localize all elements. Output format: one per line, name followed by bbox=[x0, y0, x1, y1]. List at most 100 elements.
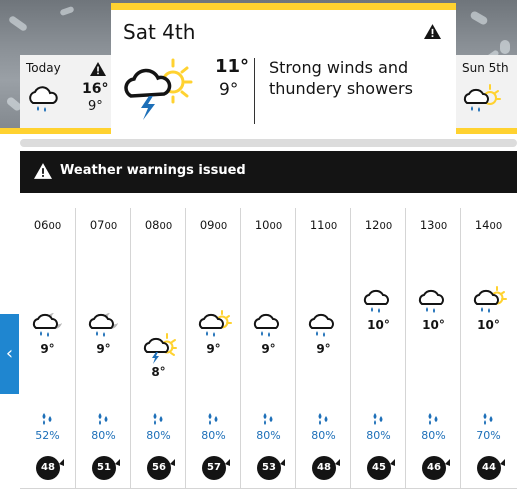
wind-speed-badge: 51 bbox=[91, 455, 120, 481]
chance-of-rain: 80% bbox=[366, 429, 391, 442]
hour-temperature: 9° bbox=[96, 342, 111, 356]
light-rain-cloud-icon bbox=[253, 310, 283, 342]
light-rain-cloud-icon bbox=[26, 85, 60, 119]
wind-speed-value: 48 bbox=[41, 462, 55, 473]
hour-column: 1400 10° 70% 44 bbox=[460, 208, 515, 488]
raindrop-icon bbox=[40, 411, 54, 430]
light-rain-cloud-icon bbox=[308, 310, 338, 342]
raindrop-icon bbox=[261, 411, 275, 430]
hour-time-minutes: 00 bbox=[434, 221, 448, 232]
wind-speed-value: 51 bbox=[97, 462, 111, 473]
hour-time-hour: 07 bbox=[89, 218, 105, 232]
hour-time: 1200 bbox=[351, 218, 406, 232]
chance-of-rain: 52% bbox=[35, 429, 60, 442]
day-tab-today[interactable]: Today 16° 9° bbox=[20, 55, 112, 134]
raindrop-icon bbox=[371, 411, 385, 430]
day-tab-saturday[interactable]: Sat 4th 11° 9° Strong winds and thundery… bbox=[111, 3, 456, 134]
hour-time-minutes: 00 bbox=[159, 221, 173, 232]
tab-underline bbox=[456, 128, 517, 134]
hour-temperature: 10° bbox=[422, 318, 445, 332]
sunny-rain-icon bbox=[198, 310, 232, 342]
warning-triangle-icon bbox=[424, 24, 441, 43]
chance-of-rain: 80% bbox=[201, 429, 226, 442]
chance-of-rain: 80% bbox=[311, 429, 336, 442]
tab-underline bbox=[0, 128, 111, 134]
wind-speed-value: 56 bbox=[152, 462, 166, 473]
raindrop-icon bbox=[426, 411, 440, 430]
hour-time: 1400 bbox=[461, 218, 516, 232]
today-low-temp: 9° bbox=[88, 99, 103, 114]
day-scrollbar[interactable] bbox=[20, 139, 517, 147]
wind-speed-value: 48 bbox=[317, 462, 331, 473]
wind-speed-badge: 44 bbox=[476, 455, 505, 481]
hour-time: 0900 bbox=[186, 218, 241, 232]
chevron-left-icon: ‹ bbox=[5, 343, 14, 364]
day-tab-sunday[interactable]: Sun 5th bbox=[456, 55, 517, 134]
hour-temperature: 9° bbox=[40, 342, 55, 356]
selected-low-temp: 9° bbox=[219, 80, 239, 100]
raindrop-icon bbox=[151, 411, 165, 430]
sunny-rain-icon bbox=[473, 286, 507, 318]
hour-column: 0900 9° 80% 57 bbox=[185, 208, 240, 488]
warning-triangle-icon bbox=[90, 61, 106, 80]
light-rain-cloud-icon bbox=[363, 286, 393, 318]
wind-speed-badge: 56 bbox=[146, 455, 175, 481]
hour-temperature: 9° bbox=[316, 342, 331, 356]
weather-description: Strong winds and thundery showers bbox=[269, 58, 413, 98]
hour-time: 1000 bbox=[241, 218, 296, 232]
hour-column: 0800 8° 80% 56 bbox=[130, 208, 185, 488]
wind-speed-badge: 53 bbox=[256, 455, 285, 481]
wind-speed-badge: 48 bbox=[311, 455, 340, 481]
hour-column: 1300 10° 80% 46 bbox=[405, 208, 460, 488]
light-rain-cloud-icon bbox=[418, 286, 448, 318]
raindrop-icon bbox=[316, 411, 330, 430]
wind-speed-value: 45 bbox=[372, 462, 386, 473]
warnings-label: Weather warnings issued bbox=[60, 163, 246, 178]
selected-high-temp: 11° bbox=[215, 56, 250, 77]
hour-time-hour: 09 bbox=[199, 218, 215, 232]
hour-time: 1300 bbox=[406, 218, 461, 232]
hour-temperature: 9° bbox=[261, 342, 276, 356]
hour-time-hour: 12 bbox=[364, 218, 380, 232]
today-high-temp: 16° bbox=[82, 81, 109, 97]
raindrop-icon bbox=[96, 411, 110, 430]
night-rain-icon bbox=[88, 310, 120, 342]
hour-column: 1000 9° 80% 53 bbox=[240, 208, 295, 488]
hour-column: 0600 9° 52% 48 bbox=[20, 208, 75, 488]
hour-column: 0700 9° 80% 51 bbox=[75, 208, 130, 488]
wind-speed-value: 53 bbox=[262, 462, 276, 473]
thundery-shower-icon bbox=[143, 333, 177, 369]
night-rain-icon bbox=[32, 310, 64, 342]
day-tab-label: Today bbox=[26, 61, 61, 75]
hour-temperature: 10° bbox=[477, 318, 500, 332]
hour-time-hour: 10 bbox=[254, 218, 270, 232]
hour-time-minutes: 00 bbox=[48, 221, 62, 232]
hour-time: 0700 bbox=[76, 218, 131, 232]
hour-time-minutes: 00 bbox=[214, 221, 228, 232]
hour-time-hour: 13 bbox=[419, 218, 435, 232]
thundery-shower-icon bbox=[121, 56, 195, 126]
hour-time: 1100 bbox=[296, 218, 351, 232]
hour-time-minutes: 00 bbox=[379, 221, 393, 232]
weather-warnings-banner[interactable]: Weather warnings issued bbox=[20, 151, 517, 193]
hour-time: 0800 bbox=[131, 218, 186, 232]
wind-speed-value: 46 bbox=[427, 462, 441, 473]
chance-of-rain: 80% bbox=[256, 429, 281, 442]
hour-temperature: 8° bbox=[151, 365, 166, 379]
hour-temperature: 10° bbox=[367, 318, 390, 332]
previous-hours-button[interactable]: ‹ bbox=[0, 314, 19, 394]
raindrop-icon bbox=[481, 411, 495, 430]
chance-of-rain: 80% bbox=[146, 429, 171, 442]
wind-speed-badge: 45 bbox=[366, 455, 395, 481]
chance-of-rain: 70% bbox=[476, 429, 501, 442]
hour-time-minutes: 00 bbox=[324, 221, 338, 232]
hour-time-hour: 08 bbox=[144, 218, 160, 232]
hour-column: 1200 10° 80% 45 bbox=[350, 208, 405, 488]
divider bbox=[254, 58, 255, 124]
wind-speed-value: 57 bbox=[207, 462, 221, 473]
hour-temperature: 9° bbox=[206, 342, 221, 356]
hour-time-hour: 06 bbox=[33, 218, 49, 232]
hour-time-minutes: 00 bbox=[489, 221, 503, 232]
hour-column: 1100 9° 80% 48 bbox=[295, 208, 350, 488]
wind-speed-badge: 48 bbox=[35, 455, 64, 481]
